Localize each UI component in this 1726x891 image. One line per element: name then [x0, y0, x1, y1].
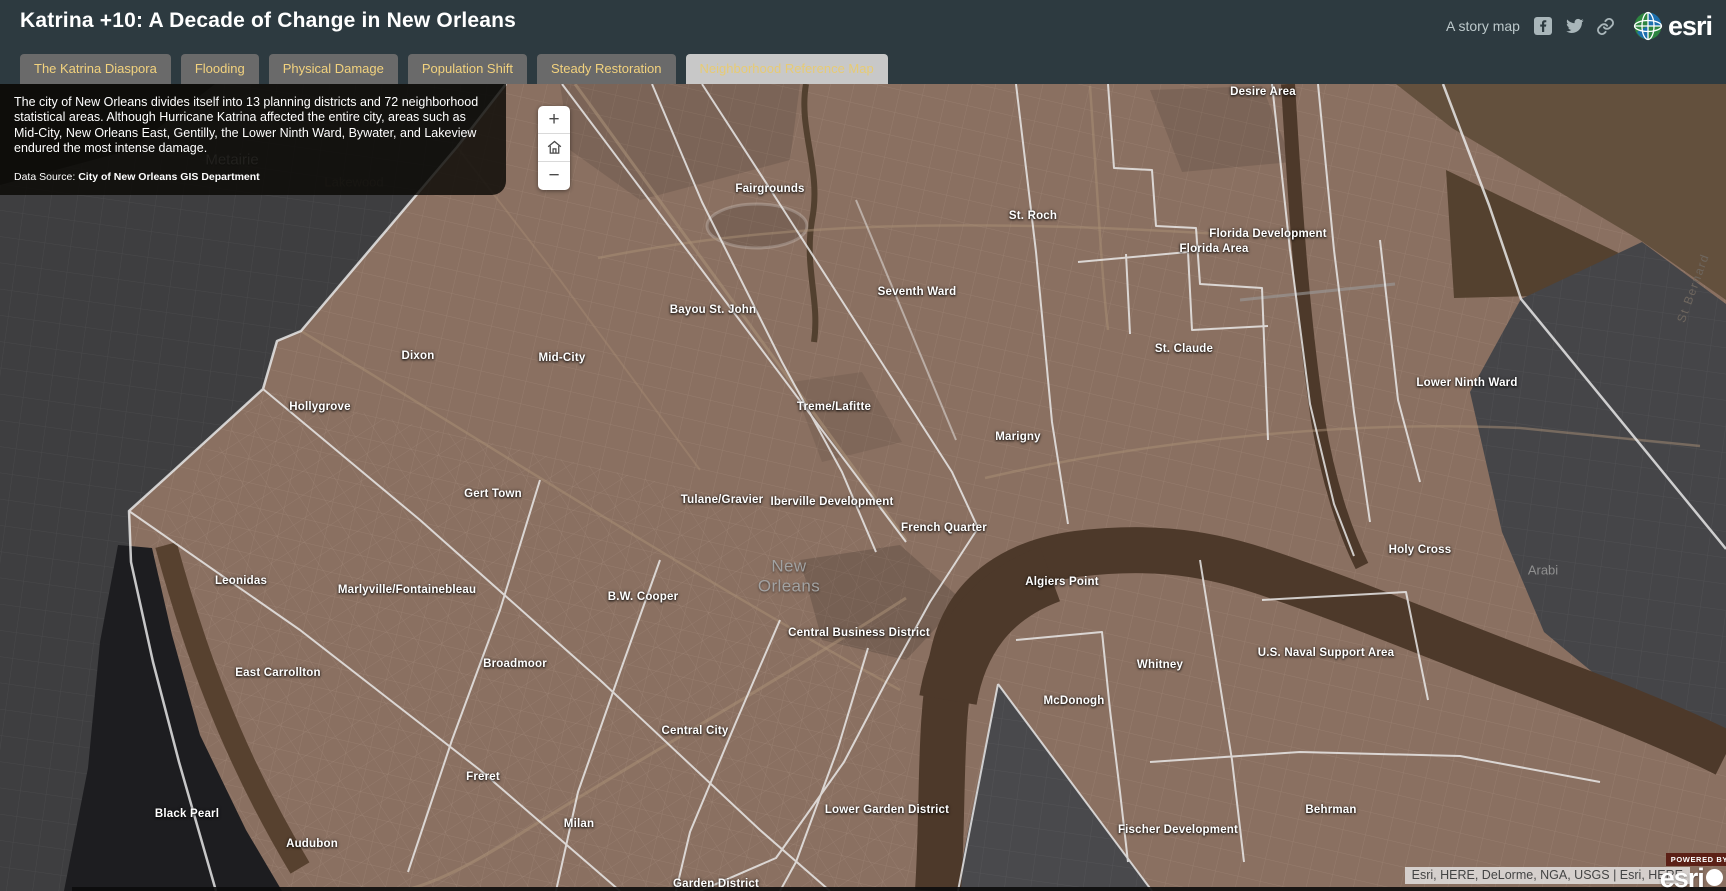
zoom-out-button[interactable]: − — [538, 162, 570, 190]
twitter-icon[interactable] — [1565, 17, 1584, 36]
esri-globe-badge-icon — [1706, 869, 1723, 886]
data-source-name: City of New Orleans GIS Department — [78, 171, 259, 183]
facebook-icon[interactable] — [1534, 17, 1553, 36]
data-source-prefix: Data Source: — [14, 171, 78, 183]
esri-logo[interactable]: esri — [1633, 11, 1712, 41]
data-source-line: Data Source: City of New Orleans GIS Dep… — [14, 171, 490, 183]
map-attribution: Esri, HERE, DeLorme, NGA, USGS | Esri, H… — [1405, 867, 1690, 884]
share-link-icon[interactable] — [1596, 17, 1615, 36]
bottom-edge-strip — [72, 887, 1726, 891]
header-actions: A story map esri — [1446, 11, 1712, 41]
info-panel: The city of New Orleans divides itself i… — [0, 84, 506, 195]
tab-the-katrina-diaspora[interactable]: The Katrina Diaspora — [20, 54, 171, 84]
tab-steady-restoration[interactable]: Steady Restoration — [537, 54, 676, 84]
header: Katrina +10: A Decade of Change in New O… — [0, 0, 1726, 84]
home-button[interactable] — [538, 134, 570, 162]
powered-by-brand: esri — [1660, 866, 1704, 890]
page-title: Katrina +10: A Decade of Change in New O… — [20, 9, 516, 33]
powered-by-esri: POWERED BY esri — [1660, 853, 1726, 890]
tab-population-shift[interactable]: Population Shift — [408, 54, 527, 84]
esri-wordmark: esri — [1668, 13, 1712, 40]
tab-neighborhood-reference-map[interactable]: Neighborhood Reference Map — [686, 54, 888, 84]
home-icon — [546, 139, 563, 156]
story-map-label: A story map — [1446, 18, 1520, 34]
esri-globe-icon — [1633, 11, 1663, 41]
info-description: The city of New Orleans divides itself i… — [14, 95, 490, 156]
tab-flooding[interactable]: Flooding — [181, 54, 259, 84]
zoom-in-button[interactable]: + — [538, 106, 570, 134]
tab-bar: The Katrina Diaspora Flooding Physical Dam… — [20, 54, 888, 84]
tab-physical-damage[interactable]: Physical Damage — [269, 54, 398, 84]
map-controls: + − — [538, 106, 570, 190]
